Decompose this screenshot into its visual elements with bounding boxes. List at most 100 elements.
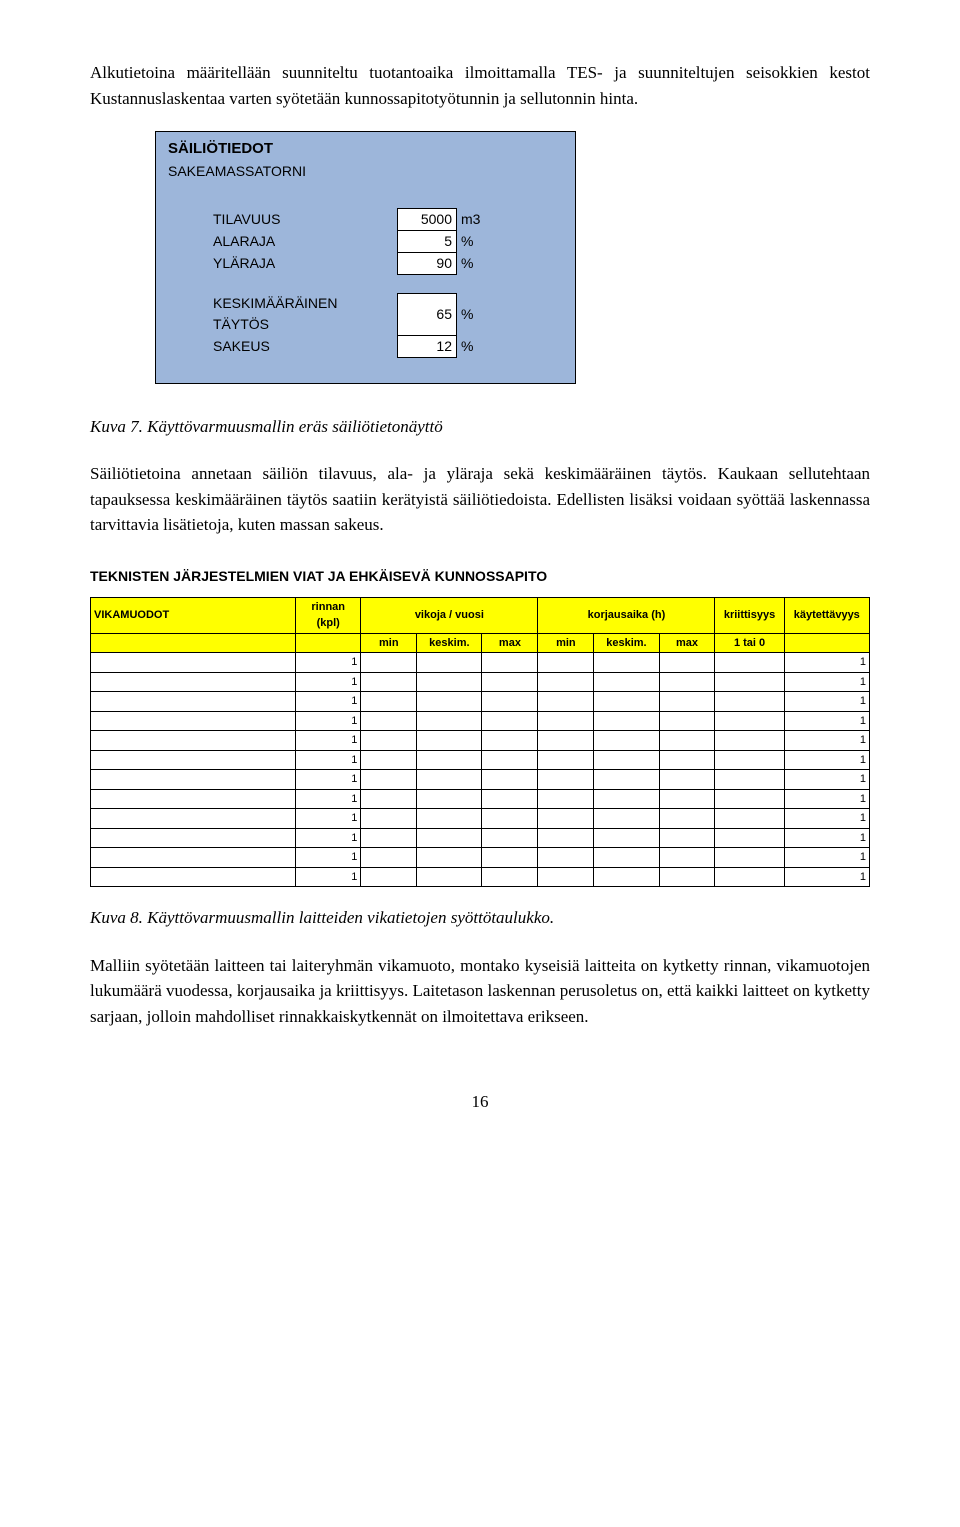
table-cell bbox=[538, 809, 594, 829]
table-cell bbox=[659, 789, 715, 809]
table-cell: 1 bbox=[296, 653, 361, 673]
table-cell bbox=[482, 653, 538, 673]
table-row: 11 bbox=[91, 711, 870, 731]
table-cell bbox=[361, 750, 417, 770]
table-cell bbox=[482, 731, 538, 751]
table-cell bbox=[715, 672, 784, 692]
table-cell: 1 bbox=[296, 692, 361, 712]
table-cell bbox=[91, 828, 296, 848]
table-cell: 1 bbox=[296, 867, 361, 887]
table-cell bbox=[659, 809, 715, 829]
row-unit: m3 bbox=[457, 208, 484, 230]
table-cell bbox=[715, 711, 784, 731]
table-cell bbox=[417, 711, 482, 731]
table-cell: 1 bbox=[296, 770, 361, 790]
table-cell bbox=[361, 867, 417, 887]
table-cell: 1 bbox=[784, 672, 869, 692]
table-cell: 1 bbox=[784, 750, 869, 770]
table-cell bbox=[91, 653, 296, 673]
table-row: 11 bbox=[91, 731, 870, 751]
row-value: 12 bbox=[398, 335, 457, 357]
table-cell bbox=[538, 672, 594, 692]
table-cell: 1 bbox=[296, 711, 361, 731]
row-unit: % bbox=[457, 252, 484, 274]
table-cell bbox=[91, 809, 296, 829]
table-cell bbox=[659, 731, 715, 751]
table-cell bbox=[594, 653, 659, 673]
table-cell bbox=[417, 867, 482, 887]
table-cell bbox=[361, 789, 417, 809]
table-cell bbox=[715, 692, 784, 712]
table-cell bbox=[538, 731, 594, 751]
table-row: 11 bbox=[91, 848, 870, 868]
col-keskim2: keskim. bbox=[594, 633, 659, 653]
col-vikoja: vikoja / vuosi bbox=[361, 597, 538, 633]
table-row: 11 bbox=[91, 672, 870, 692]
table-cell: 1 bbox=[784, 731, 869, 751]
table-cell: 1 bbox=[296, 848, 361, 868]
table-cell: 1 bbox=[784, 809, 869, 829]
table-cell: 1 bbox=[784, 770, 869, 790]
table-cell bbox=[482, 711, 538, 731]
row-label: ALARAJA bbox=[213, 230, 398, 252]
row-value: 5000 bbox=[398, 208, 457, 230]
table-cell bbox=[659, 848, 715, 868]
table-cell bbox=[538, 770, 594, 790]
table-cell: 1 bbox=[296, 828, 361, 848]
table-row: 11 bbox=[91, 867, 870, 887]
col-tai: 1 tai 0 bbox=[715, 633, 784, 653]
table-cell bbox=[482, 809, 538, 829]
table-cell bbox=[715, 848, 784, 868]
box-title: SÄILIÖTIEDOT bbox=[158, 134, 573, 161]
table-cell bbox=[594, 789, 659, 809]
table-cell: 1 bbox=[296, 809, 361, 829]
table-cell bbox=[417, 828, 482, 848]
table-cell: 1 bbox=[296, 672, 361, 692]
table-cell bbox=[417, 809, 482, 829]
row-label: TILAVUUS bbox=[213, 208, 398, 230]
col-korjausaika: korjausaika (h) bbox=[538, 597, 715, 633]
box-values-2: KESKIMÄÄRÄINEN TÄYTÖS 65 % SAKEUS 12 % bbox=[213, 293, 483, 358]
row-value: 90 bbox=[398, 252, 457, 274]
table-cell bbox=[91, 672, 296, 692]
col-keskim1: keskim. bbox=[417, 633, 482, 653]
table-cell bbox=[594, 750, 659, 770]
col-kriittisyys: kriittisyys bbox=[715, 597, 784, 633]
table-cell bbox=[482, 692, 538, 712]
table-cell bbox=[91, 867, 296, 887]
table-cell bbox=[417, 770, 482, 790]
table-cell bbox=[538, 692, 594, 712]
table-cell: 1 bbox=[784, 789, 869, 809]
table-cell bbox=[659, 653, 715, 673]
table-cell bbox=[715, 828, 784, 848]
table-cell bbox=[538, 848, 594, 868]
table-cell bbox=[715, 770, 784, 790]
row-unit: % bbox=[457, 293, 484, 335]
table-cell bbox=[538, 711, 594, 731]
table-cell: 1 bbox=[296, 731, 361, 751]
table-cell bbox=[361, 848, 417, 868]
box-subtitle: SAKEAMASSATORNI bbox=[158, 161, 573, 190]
table-cell: 1 bbox=[784, 828, 869, 848]
table-section-header: TEKNISTEN JÄRJESTELMIEN VIAT JA EHKÄISEV… bbox=[90, 566, 870, 587]
table-cell bbox=[417, 789, 482, 809]
paragraph-3: Malliin syötetään laitteen tai laiteryhm… bbox=[90, 953, 870, 1030]
row-label: KESKIMÄÄRÄINEN TÄYTÖS bbox=[213, 293, 398, 335]
col-empty bbox=[784, 633, 869, 653]
table-cell bbox=[91, 770, 296, 790]
table-cell bbox=[659, 672, 715, 692]
row-label: SAKEUS bbox=[213, 335, 398, 357]
table-cell bbox=[91, 731, 296, 751]
table-row: 11 bbox=[91, 789, 870, 809]
fault-table: VIKAMUODOT rinnan (kpl) vikoja / vuosi k… bbox=[90, 597, 870, 888]
table-cell bbox=[715, 731, 784, 751]
table-cell bbox=[417, 848, 482, 868]
table-row: 11 bbox=[91, 653, 870, 673]
table-cell bbox=[482, 770, 538, 790]
table-cell bbox=[538, 750, 594, 770]
table-cell: 1 bbox=[784, 692, 869, 712]
table-cell bbox=[361, 731, 417, 751]
table-cell bbox=[417, 750, 482, 770]
table-cell bbox=[91, 848, 296, 868]
table-cell bbox=[594, 672, 659, 692]
